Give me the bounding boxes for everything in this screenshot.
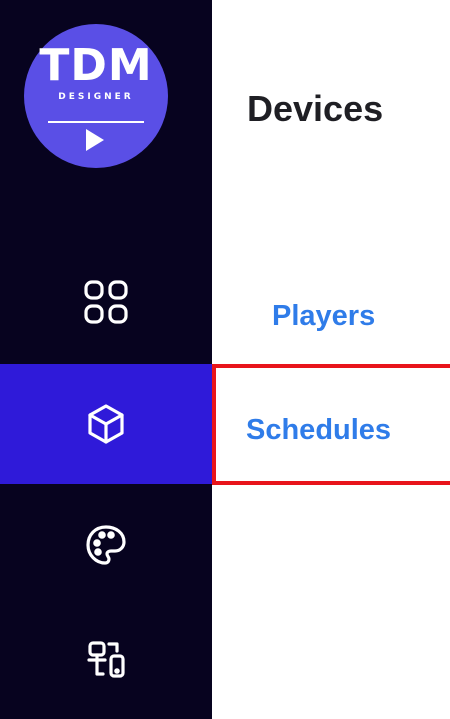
logo-divider <box>48 121 144 123</box>
palette-icon <box>86 525 126 565</box>
logo[interactable]: TDM DESIGNER <box>24 24 168 168</box>
device-link-icon <box>87 641 125 678</box>
logo-subtitle: DESIGNER <box>58 92 134 102</box>
sidebar-item-designs[interactable] <box>0 485 212 605</box>
page-title: Devices <box>247 88 384 129</box>
players-link[interactable]: Players <box>272 300 375 333</box>
cube-icon <box>88 404 124 444</box>
sidebar-item-devices[interactable] <box>0 364 212 484</box>
schedules-link[interactable]: Schedules <box>246 414 391 447</box>
play-icon <box>86 129 104 151</box>
sidebar: TDM DESIGNER <box>0 0 212 719</box>
sidebar-item-dashboard[interactable] <box>0 242 212 362</box>
app: TDM DESIGNER Devices Players Schedules <box>0 0 450 719</box>
sidebar-item-connections[interactable] <box>0 600 212 719</box>
logo-title: TDM <box>39 40 153 91</box>
grid-icon <box>84 280 128 324</box>
